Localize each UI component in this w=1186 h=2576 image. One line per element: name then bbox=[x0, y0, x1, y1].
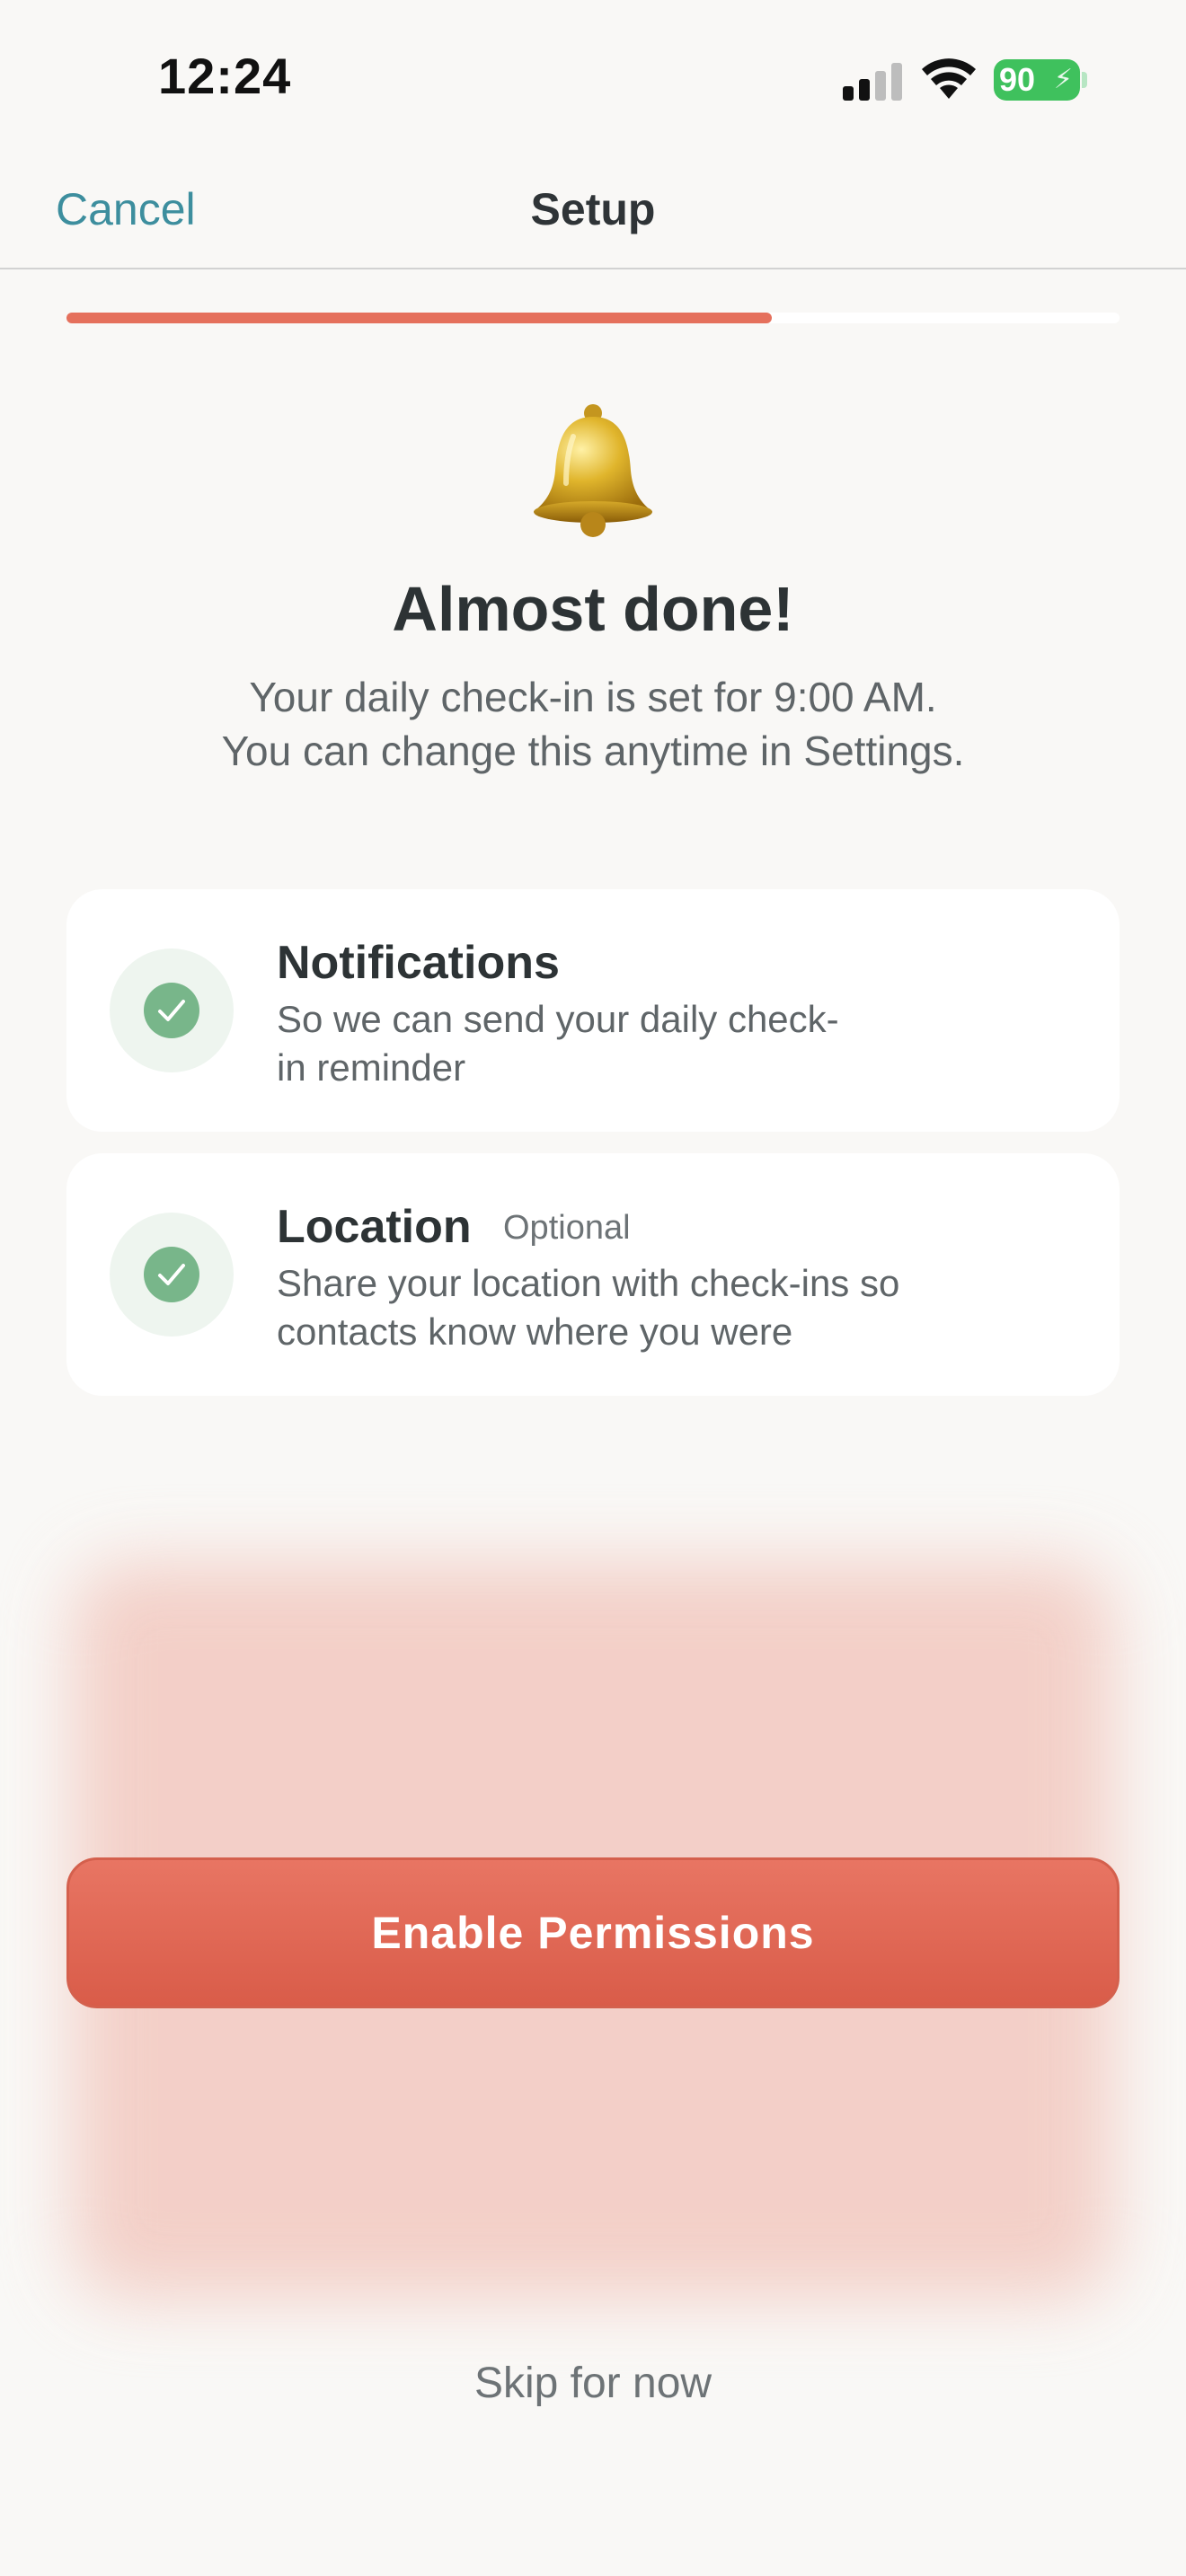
cellular-signal-icon bbox=[843, 63, 902, 101]
status-indicator bbox=[110, 948, 234, 1072]
headline: Almost done! bbox=[392, 574, 794, 644]
permission-card-notifications: Notifications So we can send your daily … bbox=[66, 889, 1120, 1132]
cancel-button[interactable]: Cancel bbox=[56, 183, 196, 235]
card-description: So we can send your daily check- in remi… bbox=[277, 995, 960, 1092]
battery-charging-icon: 90 ⚡ bbox=[994, 59, 1080, 101]
card-description-line-2: in reminder bbox=[277, 1046, 466, 1089]
check-icon bbox=[144, 983, 199, 1038]
progress-bar bbox=[66, 313, 1120, 323]
bell-icon bbox=[534, 404, 652, 537]
card-title: Location bbox=[277, 1201, 472, 1253]
optional-badge: Optional bbox=[503, 1209, 631, 1247]
card-description-line-2: contacts know where you were bbox=[277, 1310, 793, 1353]
check-icon bbox=[144, 1247, 199, 1302]
subtext-line-2: You can change this anytime in Settings. bbox=[221, 728, 965, 774]
nav-bar: Setup Cancel bbox=[0, 153, 1186, 269]
skip-button[interactable]: Skip for now bbox=[0, 2359, 1186, 2408]
status-indicator bbox=[110, 1213, 234, 1337]
charging-bolt-icon: ⚡ bbox=[1053, 65, 1073, 94]
subtext: Your daily check-in is set for 9:00 AM. … bbox=[0, 670, 1186, 778]
card-description-line-1: So we can send your daily check- bbox=[277, 998, 839, 1040]
card-title: Notifications bbox=[277, 937, 560, 989]
status-bar: 12:24 90 ⚡ bbox=[0, 0, 1186, 153]
setup-screen: 12:24 90 ⚡ Setup Cancel Almost done! You… bbox=[0, 0, 1186, 2576]
enable-permissions-button[interactable]: Enable Permissions bbox=[66, 1857, 1120, 2008]
wifi-icon bbox=[922, 58, 976, 99]
card-description-line-1: Share your location with check-ins so bbox=[277, 1262, 900, 1304]
status-time: 12:24 bbox=[158, 48, 292, 104]
subtext-line-1: Your daily check-in is set for 9:00 AM. bbox=[249, 674, 937, 720]
battery-tip bbox=[1082, 72, 1087, 88]
card-description: Share your location with check-ins so co… bbox=[277, 1259, 960, 1356]
progress-fill bbox=[66, 313, 773, 323]
permission-card-location: Location Optional Share your location wi… bbox=[66, 1153, 1120, 1396]
battery-level: 90 bbox=[999, 61, 1036, 98]
